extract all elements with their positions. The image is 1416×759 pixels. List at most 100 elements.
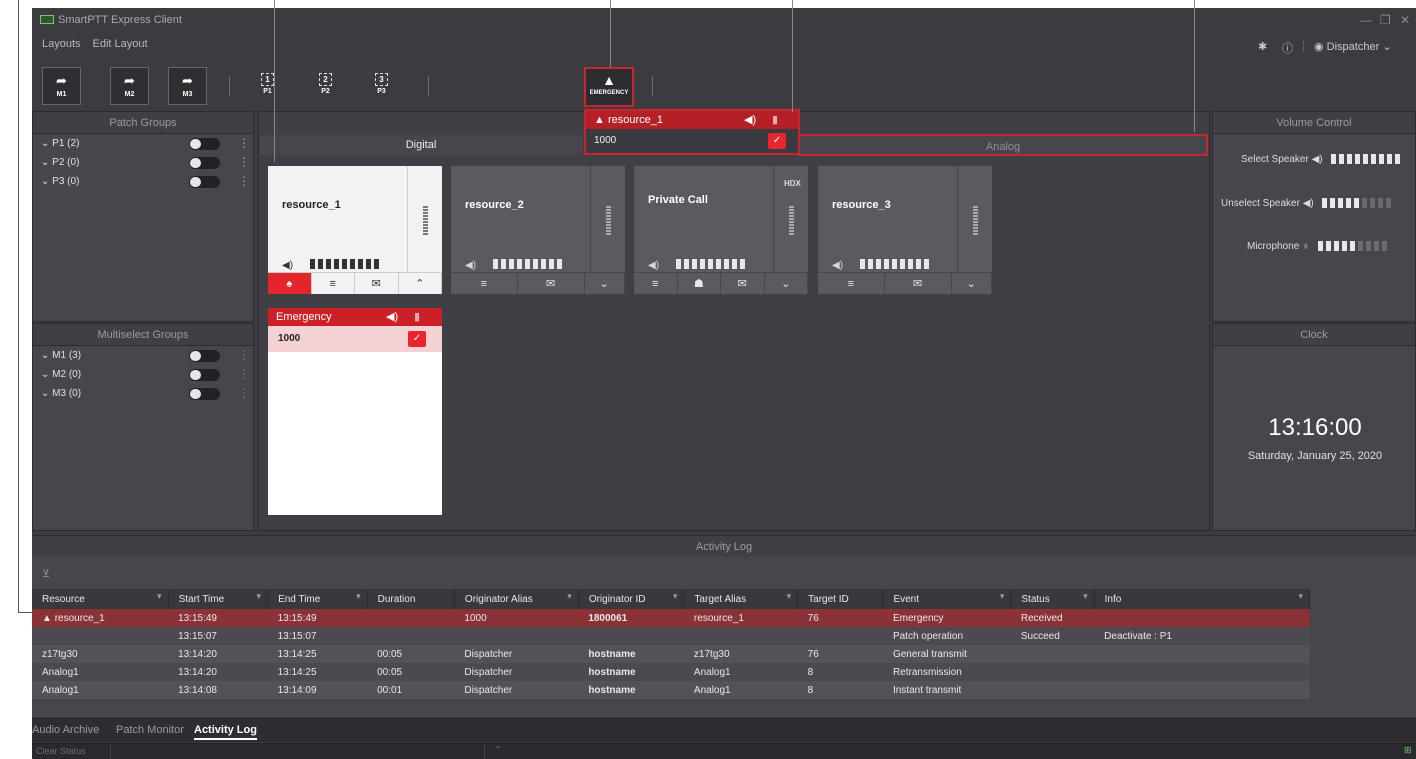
ptt-button[interactable] [773,166,808,272]
patch-p1-button[interactable]: 1 P1 [248,67,287,105]
emergency-entry[interactable]: 1000 ✓ [586,129,798,153]
group-toggle[interactable] [189,369,220,381]
emergency-entry[interactable]: 1000 ✓ [268,326,442,352]
column-header[interactable]: Resource ▾ [32,589,169,609]
group-toggle[interactable] [189,157,220,169]
speaker-icon[interactable]: ◀) [648,260,659,271]
ptt-button[interactable] [590,166,625,272]
column-header[interactable]: Info ▾ [1094,589,1311,609]
emergency-bell-icon[interactable]: ♠ [268,273,312,294]
patch-p3-button[interactable]: 3 P3 [362,67,401,105]
column-header[interactable]: Status ▾ [1010,589,1095,609]
column-filter-icon[interactable]: ▾ [1298,591,1303,602]
column-filter-icon[interactable]: ▾ [1083,591,1088,602]
patch-p2-button[interactable]: 2 P2 [306,67,345,105]
menu-layouts[interactable]: Layouts [42,38,81,50]
column-header[interactable]: Event ▾ [882,589,1012,609]
chevron-down-icon[interactable]: ⌄ [585,273,625,294]
more-icon[interactable]: ⋮ [238,346,250,365]
gear-icon[interactable]: ✱ [1258,40,1267,53]
message-icon[interactable]: ✉ [518,273,585,294]
tab-digital[interactable]: Digital [260,135,582,155]
trash-icon[interactable]: ▮ [414,308,420,326]
group-icon[interactable]: ☗ [678,273,721,294]
volume-slider[interactable] [1321,198,1391,209]
speaker-icon[interactable]: ◀) [1312,154,1323,165]
table-row[interactable]: ▲ resource_1 13:15:49 13:15:49 1000 1800061 r… [32,609,1310,627]
column-header[interactable]: Target Alias ▾ [683,589,799,609]
microphone-icon[interactable]: ♁ [1302,241,1310,252]
column-filter-icon[interactable]: ▾ [157,591,162,602]
filter-icon[interactable]: ⊻ [42,567,50,580]
table-row[interactable]: 13:15:07 13:15:07 Patch operation Succeed De… [32,627,1310,645]
user-menu[interactable]: ◉ Dispatcher ⌄ [1314,40,1392,53]
trash-icon[interactable]: ▮ [772,111,778,129]
column-filter-icon[interactable]: ▾ [1000,591,1005,602]
column-header[interactable]: Duration [367,589,455,609]
clear-status-button[interactable]: Clear Status [36,746,86,756]
multiselect-group-row[interactable]: ⌄ M1 (3) ⋮ [33,346,253,365]
patch-group-row[interactable]: ⌄ P1 (2) ⋮ [33,134,253,153]
patch-group-row[interactable]: ⌄ P3 (0) ⋮ [33,172,253,191]
column-filter-icon[interactable]: ▾ [356,591,361,602]
minimize-icon[interactable]: — [1360,13,1372,27]
speaker-icon[interactable]: ◀) [832,260,843,271]
message-icon[interactable]: ✉ [885,273,952,294]
more-icon[interactable]: ⋮ [238,384,250,403]
message-icon[interactable]: ✉ [721,273,765,294]
multiselect-group-row[interactable]: ⌄ M2 (0) ⋮ [33,365,253,384]
ptt-button[interactable] [407,166,442,272]
group-toggle[interactable] [189,388,220,400]
emergency-button[interactable]: ▲ EMERGENCY [584,67,634,107]
chevron-down-icon[interactable]: ⌄ [952,273,992,294]
message-icon[interactable]: ✉ [355,273,399,294]
multiselect-m1-button[interactable]: ➦ M1 [42,67,81,105]
multiselect-group-row[interactable]: ⌄ M3 (0) ⋮ [33,384,253,403]
patch-group-row[interactable]: ⌄ P2 (0) ⋮ [33,153,253,172]
menu-edit-layout[interactable]: Edit Layout [93,38,148,50]
multiselect-m3-button[interactable]: ➦ M3 [168,67,207,105]
acknowledge-check-icon[interactable]: ✓ [408,331,426,347]
speaker-icon[interactable]: ◀) [465,260,476,271]
table-row[interactable]: Analog1 13:14:20 13:14:25 00:05 Dispatcher ho… [32,663,1310,681]
speaker-icon[interactable]: ◀) [744,111,756,129]
speaker-icon[interactable]: ◀) [386,308,398,326]
more-icon[interactable]: ⋮ [238,153,250,172]
info-icon[interactable]: ⓘ [1282,40,1293,56]
tab-analog[interactable]: Analog [798,134,1208,156]
list-icon[interactable]: ≡ [451,273,518,294]
tab-patch-monitor[interactable]: Patch Monitor [116,724,184,736]
column-filter-icon[interactable]: ▾ [673,591,678,602]
list-icon[interactable]: ≡ [634,273,678,294]
column-header[interactable]: Originator ID ▾ [578,589,685,609]
resource-tile[interactable]: resource_3 ◀) ≡ ✉ ⌄ [818,166,992,294]
group-toggle[interactable] [189,138,220,150]
close-icon[interactable]: ✕ [1400,13,1410,27]
column-filter-icon[interactable]: ▾ [787,591,792,602]
column-header[interactable]: Target ID [797,589,884,609]
private-call-tile[interactable]: Private Call HDX ◀) ≡ ☗ ✉ ⌄ [634,166,808,294]
column-header[interactable]: Originator Alias ▾ [454,589,579,609]
speaker-icon[interactable]: ◀) [1303,198,1314,209]
column-header[interactable]: Start Time ▾ [168,589,269,609]
group-toggle[interactable] [189,176,220,188]
speaker-icon[interactable]: ◀) [282,260,293,271]
table-row[interactable]: Analog1 13:14:08 13:14:09 00:01 Dispatcher ho… [32,681,1310,699]
column-header[interactable]: End Time ▾ [267,589,368,609]
list-icon[interactable]: ≡ [312,273,355,294]
resource-tile[interactable]: resource_1 ◀) ♠ ≡ ✉ ⌃ [268,166,442,294]
tab-activity-log[interactable]: Activity Log [194,724,257,740]
ptt-button[interactable] [957,166,992,272]
resource-tile[interactable]: resource_2 ◀) ≡ ✉ ⌄ [451,166,625,294]
column-filter-icon[interactable]: ▾ [567,591,572,602]
chevron-up-icon[interactable]: ⌃ [494,745,502,756]
table-row[interactable]: z17tg30 13:14:20 13:14:25 00:05 Dispatcher ho… [32,645,1310,663]
more-icon[interactable]: ⋮ [238,134,250,153]
group-toggle[interactable] [189,350,220,362]
chevron-down-icon[interactable]: ⌄ [765,273,808,294]
acknowledge-check-icon[interactable]: ✓ [768,133,786,149]
restore-icon[interactable]: ❐ [1380,13,1391,27]
tab-audio-archive[interactable]: Audio Archive [32,724,99,736]
volume-slider[interactable] [1330,154,1400,165]
column-filter-icon[interactable]: ▾ [257,591,262,602]
